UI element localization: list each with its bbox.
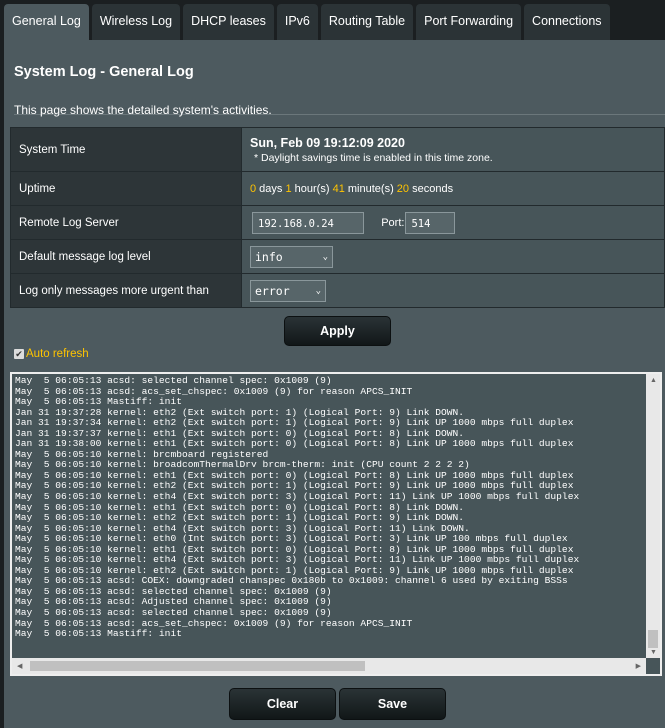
- save-button[interactable]: Save: [339, 688, 446, 720]
- chevron-down-icon: ⌄: [322, 251, 328, 262]
- log-line: May 5 06:05:13 acsd: selected channel sp…: [15, 607, 332, 619]
- uptime-value: 0 days 1 hour(s) 41 minute(s) 20 seconds: [241, 171, 665, 206]
- chevron-down-icon: ⌄: [315, 285, 321, 296]
- default-log-level-value: info: [255, 249, 283, 264]
- log-textarea[interactable]: May 5 06:05:13 acsd: selected channel sp…: [10, 372, 662, 676]
- checkmark-icon: ✔: [14, 349, 24, 359]
- auto-refresh-checkbox[interactable]: ✔ Auto refresh: [14, 348, 89, 360]
- urgent-log-level-label: Log only messages more urgent than: [10, 273, 242, 308]
- uptime-days-unit: days: [256, 182, 286, 195]
- uptime-seconds: 20: [396, 182, 410, 195]
- uptime-label: Uptime: [10, 171, 242, 206]
- tab-routing-table[interactable]: Routing Table: [320, 4, 414, 40]
- tab-dhcp-leases[interactable]: DHCP leases: [183, 4, 274, 40]
- remote-log-server-input[interactable]: 192.168.0.24: [252, 211, 364, 234]
- tab-ipv6[interactable]: IPv6: [276, 4, 318, 40]
- uptime-minutes-unit: minute(s): [344, 182, 397, 195]
- horizontal-scrollbar[interactable]: ◀ ▶: [12, 658, 646, 674]
- default-log-level-select[interactable]: info ⌄: [250, 245, 333, 268]
- urgent-log-level-select[interactable]: error ⌄: [250, 279, 326, 302]
- log-line: May 5 06:05:13 acsd: selected channel sp…: [15, 375, 332, 386]
- page-description: This page shows the detailed system's ac…: [14, 103, 272, 117]
- dst-note: * Daylight savings time is enabled in th…: [254, 151, 493, 164]
- clear-button[interactable]: Clear: [229, 688, 336, 720]
- tab-wireless-log[interactable]: Wireless Log: [91, 4, 181, 40]
- tab-port-forwarding[interactable]: Port Forwarding: [416, 4, 522, 40]
- uptime-hours-unit: hour(s): [291, 182, 333, 195]
- tab-connections[interactable]: Connections: [524, 4, 610, 40]
- log-line: May 5 06:05:10 kernel: eth4 (Ext switch …: [15, 491, 580, 503]
- system-time-label: System Time: [10, 127, 242, 172]
- urgent-log-level-value: error: [255, 283, 290, 298]
- apply-button[interactable]: Apply: [284, 316, 391, 346]
- tab-general-log[interactable]: General Log: [4, 4, 89, 40]
- tab-bar: General Log Wireless Log DHCP leases IPv6 Ro…: [4, 4, 610, 40]
- default-log-level-label: Default message log level: [10, 239, 242, 274]
- system-time-value: Sun, Feb 09 19:12:09 2020: [250, 135, 405, 150]
- port-label: Port:: [381, 216, 405, 229]
- page-title: System Log - General Log: [14, 64, 194, 80]
- uptime-minutes: 41: [332, 182, 345, 195]
- vertical-scroll-thumb[interactable]: [648, 630, 658, 648]
- settings-table: System Time Sun, Feb 09 19:12:09 2020 * …: [10, 127, 665, 308]
- log-line: May 5 06:05:13 Mastiff: init: [15, 628, 182, 640]
- scroll-left-icon[interactable]: ◀: [17, 662, 22, 670]
- scroll-right-icon[interactable]: ▶: [636, 662, 641, 670]
- remote-log-server-label: Remote Log Server: [10, 205, 242, 240]
- auto-refresh-label: Auto refresh: [26, 348, 89, 360]
- main-panel: System Log - General Log This page shows…: [4, 40, 665, 728]
- scroll-up-icon[interactable]: ▲: [650, 377, 657, 384]
- port-input[interactable]: 514: [405, 211, 456, 234]
- horizontal-scroll-thumb[interactable]: [30, 661, 365, 671]
- uptime-seconds-unit: seconds: [409, 182, 454, 195]
- vertical-scrollbar[interactable]: ▲ ▼: [646, 374, 660, 658]
- log-lines: May 5 06:05:13 acsd: selected channel sp…: [15, 375, 580, 640]
- scroll-down-icon[interactable]: ▼: [650, 649, 657, 656]
